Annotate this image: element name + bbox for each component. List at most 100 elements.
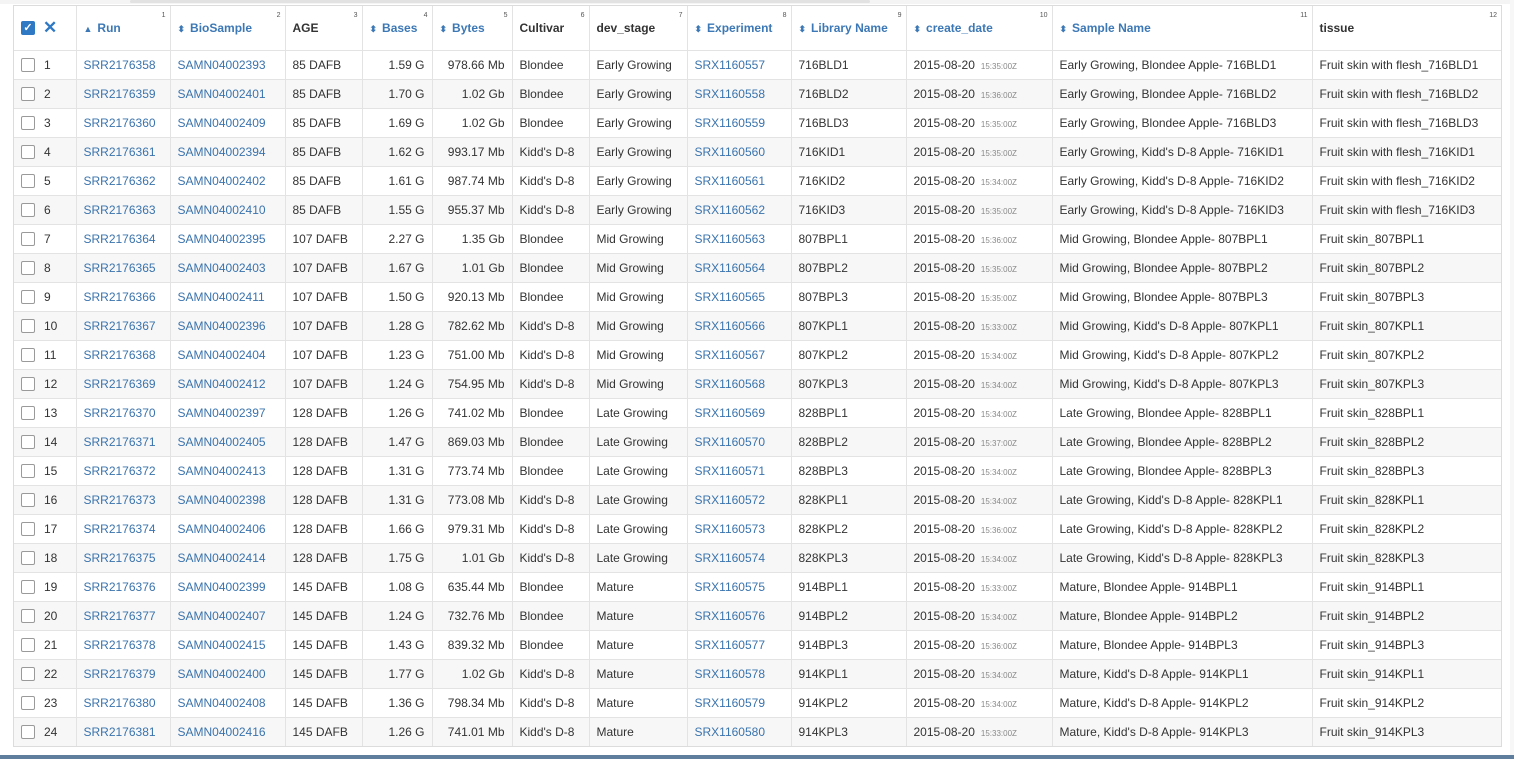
column-header-biosample[interactable]: ⬍ BioSample 2 [170,6,286,51]
biosample-link[interactable]: SAMN04002397 [170,398,286,428]
scrollbar-thumb[interactable] [130,0,870,3]
experiment-link[interactable]: SRX1160557 [687,50,792,80]
run-link[interactable]: SRR2176381 [76,717,171,746]
biosample-link[interactable]: SAMN04002408 [170,688,286,718]
row-checkbox[interactable] [21,289,35,304]
biosample-link[interactable]: SAMN04002413 [170,456,286,486]
column-header-dev-stage[interactable]: dev_stage 7 [589,6,688,51]
row-checkbox[interactable] [21,115,35,130]
experiment-link[interactable]: SRX1160580 [687,717,792,746]
run-link[interactable]: SRR2176379 [76,659,171,689]
sort-icon[interactable]: ⬍ [370,24,378,34]
run-link[interactable]: SRR2176374 [76,514,171,544]
column-header-library-name[interactable]: ⬍ Library Name 9 [791,6,907,51]
experiment-link[interactable]: SRX1160560 [687,137,792,167]
experiment-link[interactable]: SRX1160569 [687,398,792,428]
column-header-bytes[interactable]: ⬍ Bytes 5 [432,6,513,51]
biosample-link[interactable]: SAMN04002404 [170,340,286,370]
biosample-link[interactable]: SAMN04002416 [170,717,286,746]
row-checkbox[interactable] [21,202,35,217]
row-checkbox[interactable] [21,550,35,565]
experiment-link[interactable]: SRX1160561 [687,166,792,196]
experiment-link[interactable]: SRX1160577 [687,630,792,660]
experiment-link[interactable]: SRX1160571 [687,456,792,486]
row-checkbox[interactable] [21,434,35,449]
run-link[interactable]: SRR2176364 [76,224,171,254]
run-link[interactable]: SRR2176370 [76,398,171,428]
run-link[interactable]: SRR2176363 [76,195,171,225]
horizontal-scrollbar[interactable] [0,0,1514,4]
biosample-link[interactable]: SAMN04002395 [170,224,286,254]
biosample-link[interactable]: SAMN04002412 [170,369,286,399]
sort-icon[interactable]: ⬍ [178,24,186,34]
row-checkbox[interactable] [21,144,35,159]
biosample-link[interactable]: SAMN04002403 [170,253,286,283]
run-link[interactable]: SRR2176372 [76,456,171,486]
run-link[interactable]: SRR2176362 [76,166,171,196]
sort-icon[interactable]: ⬍ [914,24,922,34]
biosample-link[interactable]: SAMN04002399 [170,572,286,602]
column-header-age[interactable]: AGE 3 [285,6,363,51]
biosample-link[interactable]: SAMN04002410 [170,195,286,225]
experiment-link[interactable]: SRX1160564 [687,253,792,283]
biosample-link[interactable]: SAMN04002400 [170,659,286,689]
run-link[interactable]: SRR2176375 [76,543,171,573]
experiment-link[interactable]: SRX1160574 [687,543,792,573]
row-checkbox[interactable] [21,347,35,362]
biosample-link[interactable]: SAMN04002414 [170,543,286,573]
run-link[interactable]: SRR2176378 [76,630,171,660]
experiment-link[interactable]: SRX1160568 [687,369,792,399]
run-link[interactable]: SRR2176361 [76,137,171,167]
run-link[interactable]: SRR2176366 [76,282,171,312]
column-header-run[interactable]: ▲ Run 1 [76,6,171,51]
biosample-link[interactable]: SAMN04002396 [170,311,286,341]
row-checkbox[interactable] [21,695,35,710]
run-link[interactable]: SRR2176371 [76,427,171,457]
sort-icon[interactable]: ⬍ [1060,24,1068,34]
row-checkbox[interactable] [21,463,35,478]
row-checkbox[interactable] [21,318,35,333]
biosample-link[interactable]: SAMN04002394 [170,137,286,167]
experiment-link[interactable]: SRX1160575 [687,572,792,602]
column-header-tissue[interactable]: tissue 12 [1312,6,1501,51]
row-checkbox[interactable] [21,260,35,275]
select-all-checkbox-icon[interactable]: ✓ [21,21,35,36]
row-checkbox[interactable] [21,86,35,101]
run-link[interactable]: SRR2176380 [76,688,171,718]
biosample-link[interactable]: SAMN04002407 [170,601,286,631]
biosample-link[interactable]: SAMN04002415 [170,630,286,660]
experiment-link[interactable]: SRX1160570 [687,427,792,457]
row-checkbox[interactable] [21,376,35,391]
run-link[interactable]: SRR2176369 [76,369,171,399]
sort-icon[interactable]: ⬍ [440,24,448,34]
experiment-link[interactable]: SRX1160562 [687,195,792,225]
experiment-link[interactable]: SRX1160572 [687,485,792,515]
column-header-cultivar[interactable]: Cultivar 6 [512,6,590,51]
biosample-link[interactable]: SAMN04002393 [170,50,286,80]
clear-selection-icon[interactable]: ✕ [43,19,57,36]
row-checkbox[interactable] [21,666,35,681]
sort-icon[interactable]: ⬍ [799,24,807,34]
run-link[interactable]: SRR2176377 [76,601,171,631]
row-checkbox[interactable] [21,637,35,652]
row-checkbox[interactable] [21,57,35,72]
biosample-link[interactable]: SAMN04002402 [170,166,286,196]
run-link[interactable]: SRR2176367 [76,311,171,341]
experiment-link[interactable]: SRX1160579 [687,688,792,718]
row-checkbox[interactable] [21,231,35,246]
column-header-bases[interactable]: ⬍ Bases 4 [362,6,433,51]
run-link[interactable]: SRR2176359 [76,79,171,109]
experiment-link[interactable]: SRX1160567 [687,340,792,370]
column-header-experiment[interactable]: ⬍ Experiment 8 [687,6,792,51]
row-checkbox[interactable] [21,173,35,188]
row-checkbox[interactable] [21,492,35,507]
experiment-link[interactable]: SRX1160559 [687,108,792,138]
run-link[interactable]: SRR2176376 [76,572,171,602]
vertical-scrollbar[interactable] [1510,0,1514,759]
row-checkbox[interactable] [21,608,35,623]
experiment-link[interactable]: SRX1160573 [687,514,792,544]
row-checkbox[interactable] [21,579,35,594]
row-checkbox[interactable] [21,521,35,536]
experiment-link[interactable]: SRX1160565 [687,282,792,312]
biosample-link[interactable]: SAMN04002398 [170,485,286,515]
